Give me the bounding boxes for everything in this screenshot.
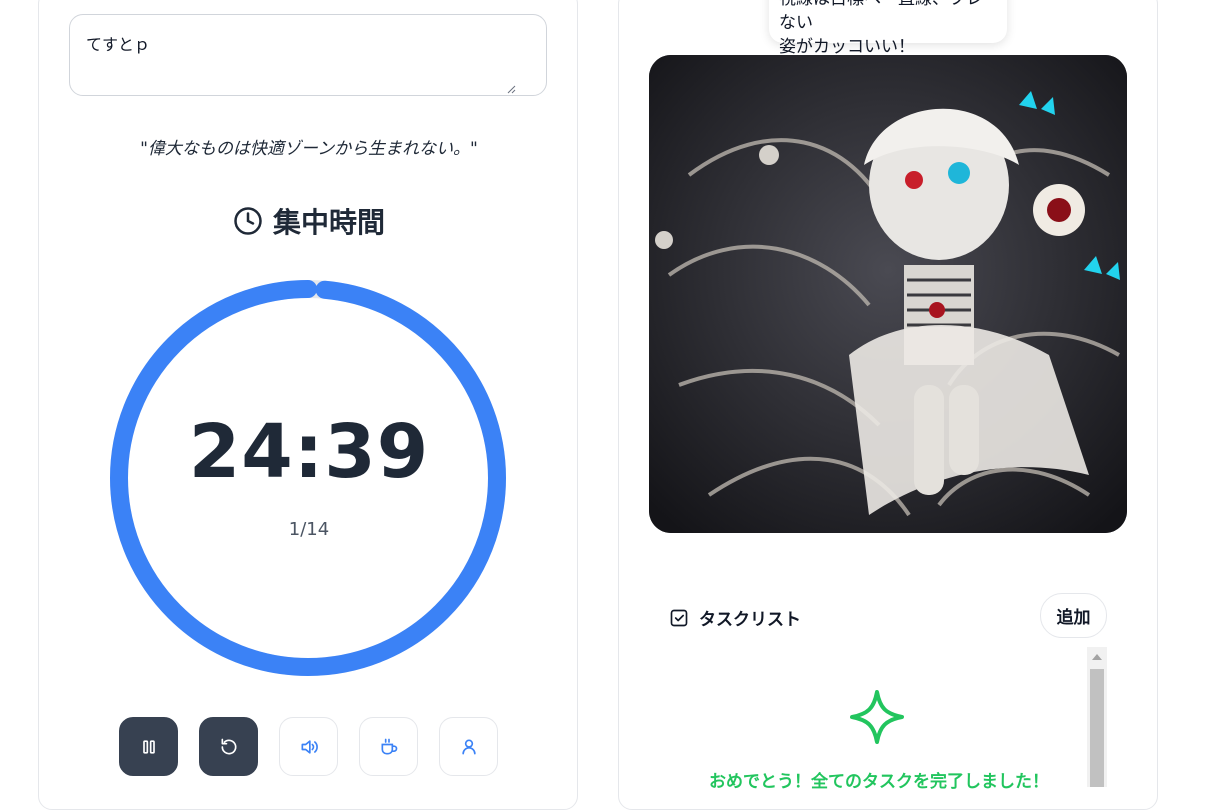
timer-mode-title: 集中時間 bbox=[39, 201, 579, 241]
user-icon bbox=[461, 739, 476, 754]
timer-mode-label: 集中時間 bbox=[272, 206, 385, 239]
volume-icon bbox=[301, 739, 318, 754]
reset-button[interactable] bbox=[199, 717, 258, 776]
checkbox-icon bbox=[670, 609, 688, 626]
sparkle-icon bbox=[850, 690, 904, 744]
task-list-scrollbar[interactable] bbox=[1087, 647, 1107, 787]
scroll-up-arrow-icon[interactable] bbox=[1087, 647, 1107, 667]
speech-line-1: 視線は目標へ一直線、ブレない bbox=[779, 0, 983, 33]
speech-bubble: 視線は目標へ一直線、ブレない 姿がカッコいい！ bbox=[769, 0, 1007, 57]
tasks-complete-message: おめでとう！全てのタスクを完了しました！ bbox=[709, 772, 1049, 792]
timer-panel: てすとｐ "偉大なものは快適ゾーンから生まれない。" 集中時間 24:39 1/… bbox=[38, 0, 578, 810]
pause-icon bbox=[142, 739, 155, 754]
session-counter: 1/14 bbox=[288, 519, 330, 540]
task-list-title: タスクリスト bbox=[699, 610, 801, 630]
add-task-button[interactable]: 追加 bbox=[1040, 593, 1107, 638]
motivational-quote: "偉大なものは快適ゾーンから生まれない。" bbox=[140, 139, 478, 159]
timer-controls bbox=[119, 717, 498, 776]
resize-handle-icon[interactable] bbox=[506, 84, 516, 94]
reset-icon bbox=[221, 738, 236, 754]
profile-button[interactable] bbox=[439, 717, 498, 776]
character-image bbox=[649, 55, 1127, 533]
task-list-header: タスクリスト bbox=[669, 605, 801, 630]
coffee-icon bbox=[381, 738, 397, 754]
timer-display: 24:39 bbox=[188, 409, 430, 495]
sound-button[interactable] bbox=[279, 717, 338, 776]
memo-input[interactable]: てすとｐ bbox=[69, 14, 547, 96]
break-button[interactable] bbox=[359, 717, 418, 776]
clock-icon bbox=[234, 207, 262, 235]
companion-panel: 視線は目標へ一直線、ブレない 姿がカッコいい！ bbox=[618, 0, 1158, 810]
pause-button[interactable] bbox=[119, 717, 178, 776]
